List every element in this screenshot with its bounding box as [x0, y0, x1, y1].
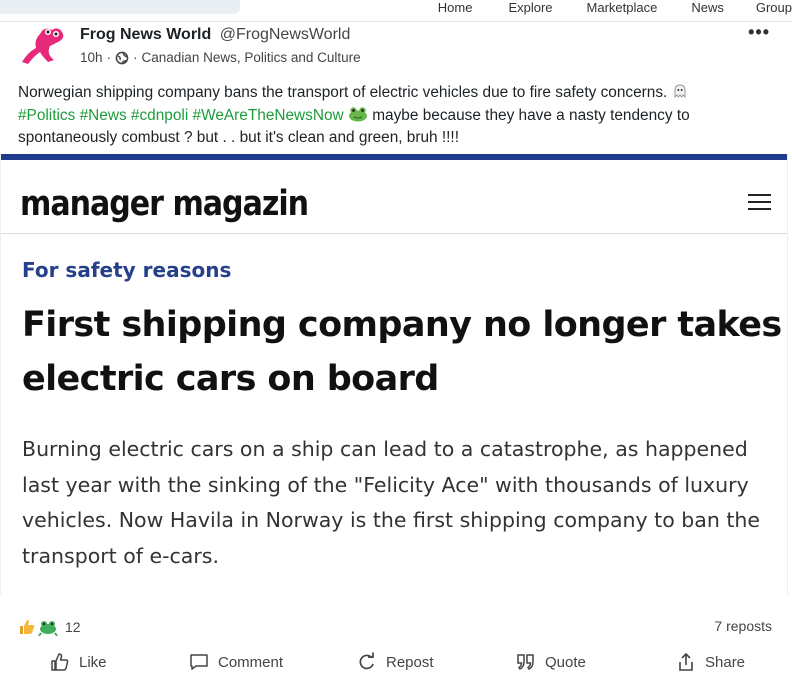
nav-explore[interactable]: Explore [508, 0, 552, 18]
globe-icon [115, 51, 129, 64]
thumbs-up-icon [20, 620, 35, 634]
repost-label: Repost [386, 653, 434, 671]
share-label: Share [705, 653, 746, 671]
post-author[interactable]: Frog News World @FrogNewsWorld [80, 26, 350, 44]
author-handle: @FrogNewsWorld [219, 26, 351, 43]
article-card[interactable]: manager magazin For safety reasons First… [0, 154, 788, 594]
reaction-count: 12 [65, 619, 81, 635]
quote-label: Quote [545, 653, 586, 671]
post-text-intro: Norwegian shipping company bans the tran… [18, 84, 668, 101]
quote-icon [517, 654, 534, 670]
nav-groups[interactable]: Group [756, 0, 792, 18]
article-lead: Burning electric cars on a ship can lead… [22, 437, 761, 568]
hashtag[interactable]: #WeAreTheNewsNow [193, 107, 344, 124]
nav-links: Home Explore Marketplace News Group [438, 0, 792, 18]
post-meta: 10h · · Canadian News, Politics and Cult… [80, 50, 361, 65]
comment-button[interactable]: Comment [189, 652, 283, 672]
top-navigation: Home Explore Marketplace News Group [0, 0, 792, 22]
share-button[interactable]: Share [676, 652, 745, 672]
search-input[interactable] [0, 0, 240, 14]
separator-dot: · [106, 50, 112, 65]
frog-emoji-icon [348, 106, 367, 121]
hashtag[interactable]: #News [80, 107, 127, 124]
reaction-summary[interactable]: 12 [18, 618, 81, 636]
hashtag[interactable]: #cdnpoli [131, 107, 188, 124]
repost-icon [359, 652, 374, 670]
share-icon [679, 652, 693, 671]
hamburger-menu-icon [748, 194, 771, 212]
separator-dot: · [133, 50, 138, 65]
divider [0, 233, 788, 234]
post-text: Norwegian shipping company bans the tran… [18, 82, 768, 150]
more-icon[interactable]: ••• [748, 22, 770, 43]
comment-label: Comment [218, 653, 284, 671]
article-kicker: For safety reasons [22, 258, 232, 282]
nav-marketplace[interactable]: Marketplace [587, 0, 658, 18]
author-name[interactable]: Frog News World [80, 26, 211, 43]
article-source-logo: manager magazin [20, 184, 309, 224]
quote-button[interactable]: Quote [516, 652, 586, 672]
hashtag[interactable]: #Politics [18, 107, 75, 124]
like-label: Like [79, 653, 107, 671]
repost-count[interactable]: 7 reposts [714, 618, 772, 634]
post-actions: Like Comment Repost Quote Share [0, 652, 792, 684]
frog-avatar-icon[interactable] [14, 22, 68, 66]
post-time: 10h [80, 50, 103, 65]
frog-emoji-icon [38, 621, 58, 636]
thumbs-up-icon [51, 653, 69, 671]
like-button[interactable]: Like [50, 652, 107, 672]
nav-news[interactable]: News [691, 0, 724, 18]
ghost-emoji-icon [674, 84, 686, 99]
article-headline: First shipping company no longer takes e… [22, 305, 782, 399]
comment-icon [190, 654, 208, 670]
post-community[interactable]: Canadian News, Politics and Culture [142, 50, 361, 65]
repost-button[interactable]: Repost [357, 652, 434, 672]
nav-home[interactable]: Home [438, 0, 473, 18]
